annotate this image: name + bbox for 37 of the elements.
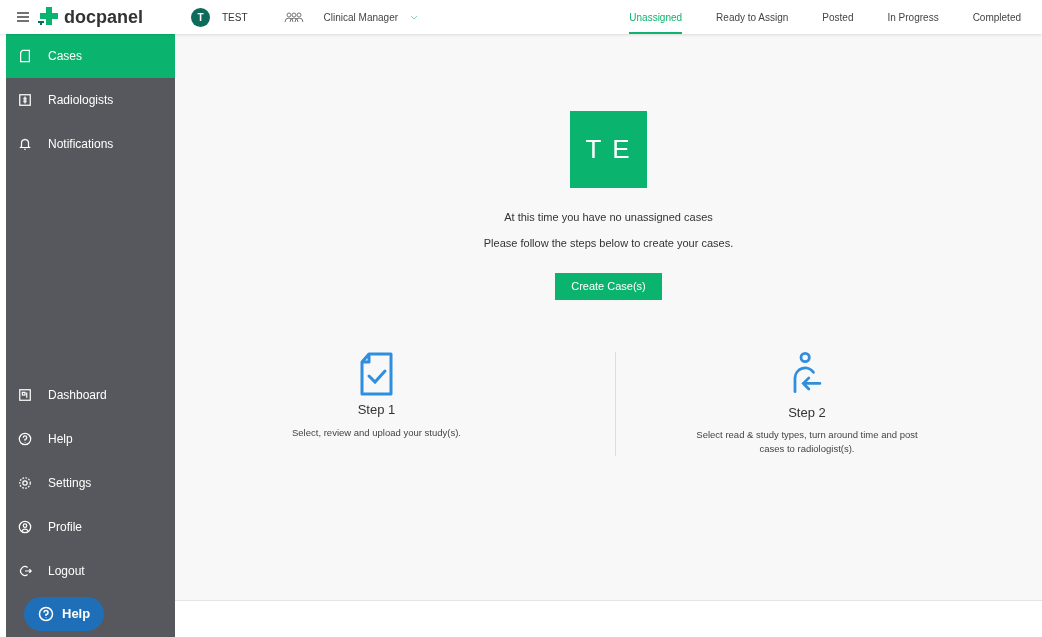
role-dropdown[interactable]: Clinical Manager bbox=[323, 9, 419, 25]
status-tab[interactable]: Ready to Assign bbox=[716, 0, 789, 34]
step-description: Select, review and upload your study(s). bbox=[291, 425, 462, 440]
logo-icon bbox=[38, 7, 60, 27]
group-icon bbox=[283, 11, 304, 23]
account-name: TEST bbox=[222, 10, 248, 25]
help-button[interactable]: Help bbox=[24, 597, 105, 631]
profile-icon bbox=[18, 520, 32, 534]
step-title: Step 2 bbox=[788, 403, 826, 422]
sidebar-item[interactable]: Dashboard bbox=[6, 373, 175, 417]
instruction-text: Please follow the steps below to create your cases. bbox=[483, 235, 734, 251]
empty-message: At this time you have no unassigned cases bbox=[504, 210, 713, 225]
dashboard-icon bbox=[18, 388, 32, 402]
sidebar-item[interactable]: Help bbox=[6, 417, 175, 461]
document-check-icon bbox=[358, 352, 395, 396]
sidebar-item[interactable]: Logout bbox=[6, 549, 175, 593]
sidebar-item[interactable]: Notifications bbox=[6, 122, 175, 166]
sidebar-item[interactable]: Settings bbox=[6, 461, 175, 505]
status-tab[interactable]: In Progress bbox=[887, 0, 939, 34]
document-icon bbox=[18, 49, 32, 63]
brand-name: docpanel bbox=[64, 5, 143, 29]
status-tab[interactable]: Posted bbox=[822, 0, 854, 34]
step-title: Step 1 bbox=[357, 401, 396, 419]
menu-icon[interactable] bbox=[16, 11, 30, 23]
chevron-down-icon bbox=[410, 14, 419, 20]
bell-icon bbox=[18, 137, 32, 151]
help-icon bbox=[38, 606, 54, 622]
settings-icon bbox=[18, 476, 32, 490]
step-description: Select read & study types, turn around time and post cases to radiologist(s). bbox=[695, 428, 919, 456]
xray-icon bbox=[18, 93, 32, 107]
status-tab[interactable]: Completed bbox=[972, 0, 1021, 34]
sidebar-item[interactable]: Profile bbox=[6, 505, 175, 549]
logout-icon bbox=[18, 564, 32, 578]
initials-avatar: T E bbox=[570, 111, 647, 188]
help-icon bbox=[18, 432, 32, 446]
account-avatar[interactable]: T bbox=[191, 7, 210, 27]
sidebar-item[interactable]: Radiologists bbox=[6, 78, 175, 122]
